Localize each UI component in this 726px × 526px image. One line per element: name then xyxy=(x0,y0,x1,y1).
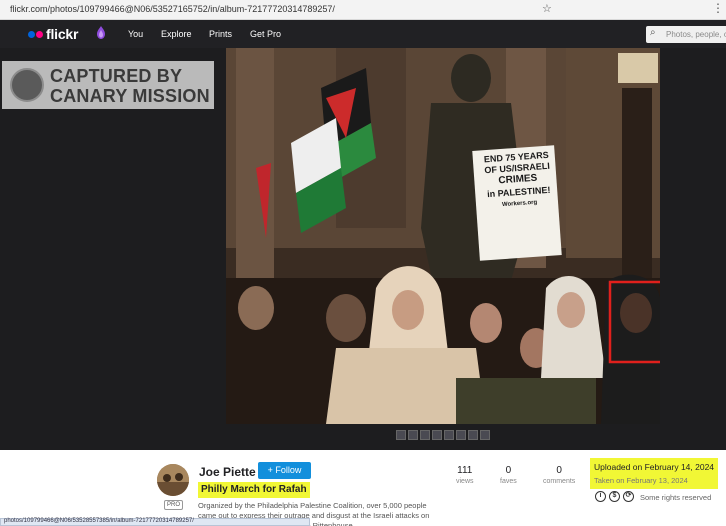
photo-info-panel: PRO Joe Piette + Follow Philly March for… xyxy=(0,450,726,526)
watermark-line1: CAPTURED BY xyxy=(50,66,183,86)
browser-menu-icon[interactable]: ⋮ xyxy=(712,1,724,15)
filmstrip-thumb[interactable] xyxy=(456,430,466,440)
license-text[interactable]: Some rights reserved xyxy=(640,493,711,502)
protest-photo-illustration xyxy=(226,48,660,424)
taken-date[interactable]: Taken on February 13, 2024 xyxy=(594,476,688,485)
stat-views-label: views xyxy=(456,478,474,485)
filmstrip-thumb[interactable] xyxy=(444,430,454,440)
nav-prints[interactable]: Prints xyxy=(209,29,232,39)
license-icons[interactable]: i $ ⟳ xyxy=(595,491,634,502)
author-name[interactable]: Joe Piette xyxy=(199,465,256,479)
pro-badge: PRO xyxy=(164,500,184,510)
search-icon[interactable]: ⌕ xyxy=(650,27,656,38)
stat-views: 111 views xyxy=(456,465,474,485)
stat-comments-count: 0 xyxy=(556,465,562,476)
stat-faves-count: 0 xyxy=(505,465,512,476)
watermark-line2: CANARY MISSION xyxy=(50,86,210,106)
search-input-placeholder[interactable]: Photos, people, or groups xyxy=(666,30,726,39)
bookmark-star-icon[interactable]: ☆ xyxy=(542,2,552,15)
cc-sharealike-icon[interactable]: ⟳ xyxy=(623,491,634,502)
nav-explore[interactable]: Explore xyxy=(161,29,192,39)
author-avatar[interactable] xyxy=(157,464,189,496)
browser-address-bar[interactable]: flickr.com/photos/109799466@N06/53527165… xyxy=(0,0,726,20)
cc-noncommercial-icon[interactable]: $ xyxy=(609,491,620,502)
filmstrip-thumb[interactable] xyxy=(420,430,430,440)
stat-comments-label: comments xyxy=(543,478,576,485)
top-navigation: flickr You Explore Prints Get Pro ⌕ Phot… xyxy=(0,20,726,48)
photo-filmstrip xyxy=(396,430,490,444)
status-url: photos/109799466@N06/53528557385/in/albu… xyxy=(4,518,194,524)
cc-attribution-icon[interactable]: i xyxy=(595,491,606,502)
stat-faves-label: faves xyxy=(500,478,517,485)
logo-blue-dot xyxy=(28,30,35,38)
logo-text: flickr xyxy=(46,26,79,42)
stat-faves: 0 faves xyxy=(500,465,517,485)
logo-pink-dot xyxy=(36,30,43,38)
main-photo[interactable]: END 75 YEARS OF US/ISRAELI CRIMES in PAL… xyxy=(226,48,660,424)
canary-seal-icon xyxy=(10,68,44,102)
address-url[interactable]: flickr.com/photos/109799466@N06/53527165… xyxy=(10,4,335,14)
follow-button[interactable]: + Follow xyxy=(258,462,311,479)
stat-comments: 0 comments xyxy=(543,465,575,485)
flickr-logo[interactable]: flickr xyxy=(28,26,78,42)
nav-you[interactable]: You xyxy=(128,29,143,39)
uploaded-date: Uploaded on February 14, 2024 xyxy=(594,462,715,472)
filmstrip-thumb[interactable] xyxy=(408,430,418,440)
filmstrip-thumb[interactable] xyxy=(468,430,478,440)
pro-upgrade-icon[interactable] xyxy=(96,25,106,41)
upload-date-box: Uploaded on February 14, 2024 Taken on F… xyxy=(590,458,718,489)
protest-sign: END 75 YEARS OF US/ISRAELI CRIMES in PAL… xyxy=(476,149,560,212)
filmstrip-thumb[interactable] xyxy=(432,430,442,440)
photo-title: Philly March for Rafah xyxy=(198,482,310,498)
search-box[interactable]: ⌕ Photos, people, or groups xyxy=(646,26,726,43)
filmstrip-thumb[interactable] xyxy=(480,430,490,440)
stat-views-count: 111 xyxy=(457,465,473,476)
filmstrip-thumb[interactable] xyxy=(396,430,406,440)
browser-status-bar: photos/109799466@N06/53528557385/in/albu… xyxy=(0,518,310,526)
canary-mission-watermark: CAPTURED BY CANARY MISSION xyxy=(2,61,214,109)
nav-get-pro[interactable]: Get Pro xyxy=(250,29,281,39)
